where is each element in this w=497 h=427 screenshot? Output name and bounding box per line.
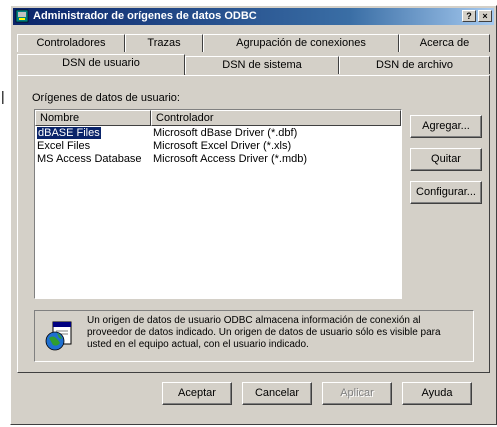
list-item[interactable]: MS Access Database Microsoft Access Driv… xyxy=(35,153,401,166)
configure-button[interactable]: Configurar... xyxy=(410,181,482,204)
edge-marker: | xyxy=(1,88,5,104)
help-title-button[interactable]: ? xyxy=(462,10,476,22)
list-item[interactable]: Excel Files Microsoft Excel Driver (*.xl… xyxy=(35,140,401,153)
info-box: Un origen de datos de usuario ODBC almac… xyxy=(34,310,474,362)
tab-controladores[interactable]: Controladores xyxy=(17,34,125,52)
list-header: Nombre Controlador xyxy=(35,110,401,126)
title-bar[interactable]: Administrador de orígenes de datos ODBC … xyxy=(13,8,494,25)
odbc-dialog-window: Administrador de orígenes de datos ODBC … xyxy=(10,5,497,425)
tab-row-front: DSN de usuario DSN de sistema DSN de arc… xyxy=(17,54,490,75)
remove-button[interactable]: Quitar xyxy=(410,148,482,171)
ok-button[interactable]: Aceptar xyxy=(162,382,232,405)
background-strip: | xyxy=(0,0,10,427)
list-item[interactable]: dBASE Files Microsoft dBase Driver (*.db… xyxy=(35,127,401,140)
close-title-button[interactable]: × xyxy=(478,10,492,22)
tab-trazas[interactable]: Trazas xyxy=(125,34,203,52)
odbc-app-icon xyxy=(15,9,29,23)
item-name: dBASE Files xyxy=(37,127,150,140)
tab-acerca-de[interactable]: Acerca de xyxy=(399,34,490,52)
column-header-nombre[interactable]: Nombre xyxy=(35,110,151,126)
add-button[interactable]: Agregar... xyxy=(410,115,482,138)
info-text: Un origen de datos de usuario ODBC almac… xyxy=(87,315,441,350)
item-driver: Microsoft dBase Driver (*.dbf) xyxy=(153,127,298,139)
odbc-globe-icon xyxy=(45,321,72,351)
tab-agrupacion-conexiones[interactable]: Agrupación de conexiones xyxy=(203,34,399,52)
item-name: Excel Files xyxy=(37,140,150,153)
data-sources-list[interactable]: Nombre Controlador dBASE Files Microsoft… xyxy=(34,109,402,299)
tab-dsn-usuario[interactable]: DSN de usuario xyxy=(17,54,185,75)
item-name-text: Excel Files xyxy=(37,140,91,152)
apply-button[interactable]: Aplicar xyxy=(322,382,392,405)
column-header-controlador[interactable]: Controlador xyxy=(151,110,401,126)
dsn-usuario-panel: Orígenes de datos de usuario: Nombre Con… xyxy=(17,75,490,373)
item-name-text: dBASE Files xyxy=(37,127,101,139)
item-name: MS Access Database xyxy=(37,153,150,166)
help-button[interactable]: Ayuda xyxy=(402,382,472,405)
window-title: Administrador de orígenes de datos ODBC xyxy=(33,10,257,22)
item-driver: Microsoft Excel Driver (*.xls) xyxy=(153,140,292,152)
cancel-button[interactable]: Cancelar xyxy=(242,382,312,405)
item-driver: Microsoft Access Driver (*.mdb) xyxy=(153,153,308,165)
list-label: Orígenes de datos de usuario: xyxy=(32,92,180,104)
item-name-text: MS Access Database xyxy=(37,153,142,165)
tab-row-back: Controladores Trazas Agrupación de conex… xyxy=(17,34,490,52)
tab-dsn-sistema[interactable]: DSN de sistema xyxy=(185,56,339,74)
tab-dsn-archivo[interactable]: DSN de archivo xyxy=(339,56,490,74)
